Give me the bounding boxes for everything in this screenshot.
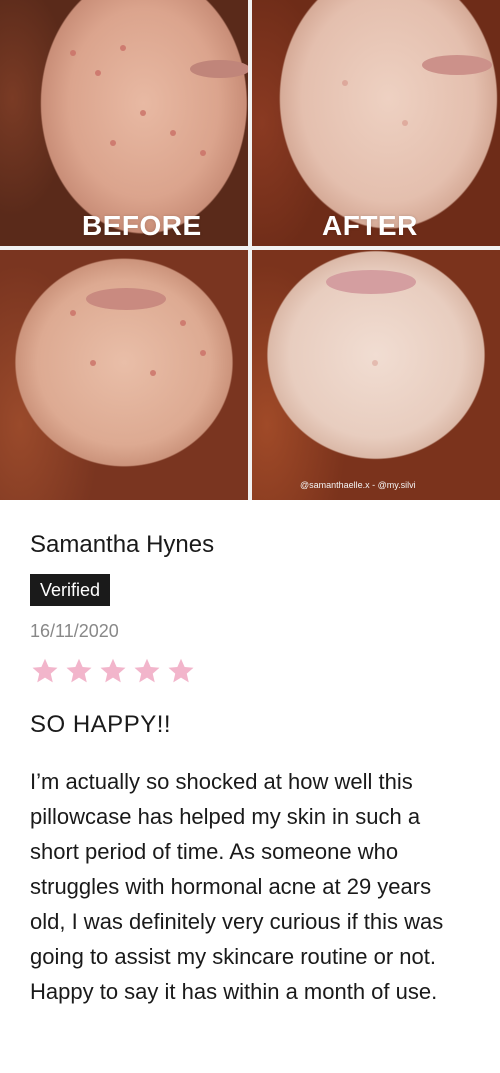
before-label: BEFORE (82, 210, 202, 241)
star-rating (30, 656, 470, 686)
verified-badge: Verified (30, 574, 111, 606)
star-icon (134, 658, 160, 683)
before-after-photo-grid: BEFORE AFTER @samanthaelle.x - @my.silvi (0, 0, 500, 500)
after-photo-bottom (252, 250, 500, 500)
lips-decoration (326, 270, 416, 294)
acne-spot (90, 360, 96, 366)
acne-spot (402, 120, 408, 126)
acne-spot (342, 80, 348, 86)
acne-spot (70, 50, 76, 56)
lips-decoration (422, 55, 492, 75)
star-icon (168, 658, 194, 683)
acne-spot (372, 360, 378, 366)
star-icon (32, 658, 58, 683)
lips-decoration (190, 60, 248, 78)
review-body: I’m actually so shocked at how well this… (30, 769, 444, 1004)
acne-spot (140, 110, 146, 116)
acne-spot (70, 310, 76, 316)
acne-spot (110, 140, 116, 146)
before-photo-bottom (0, 250, 248, 500)
star-icon (66, 658, 92, 683)
acne-spot (120, 45, 126, 51)
acne-spot (150, 370, 156, 376)
after-label: AFTER (322, 210, 418, 241)
star-icon (100, 658, 126, 683)
photo-watermark: @samanthaelle.x - @my.silvi (300, 480, 416, 490)
reviewer-name: Samantha Hynes (30, 531, 215, 558)
acne-spot (200, 350, 206, 356)
acne-spot (170, 130, 176, 136)
review-date: 16/11/2020 (30, 621, 119, 641)
lips-decoration (86, 288, 166, 310)
acne-spot (180, 320, 186, 326)
review-card: Samantha Hynes Verified 16/11/2020 SO HA… (0, 530, 500, 1009)
review-title: SO HAPPY!! (30, 711, 172, 738)
acne-spot (200, 150, 206, 156)
acne-spot (95, 70, 101, 76)
